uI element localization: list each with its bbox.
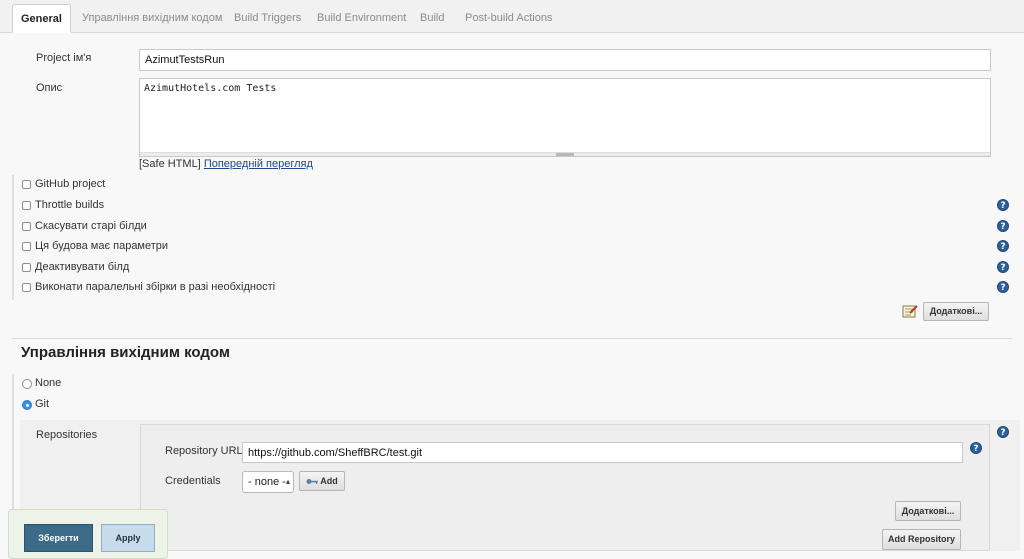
concurrent-builds-checkbox[interactable] [22, 283, 31, 292]
tab-build-environment[interactable]: Build Environment [309, 4, 414, 33]
credentials-selected-value: - none - [248, 476, 286, 488]
discard-old-builds-checkbox[interactable] [22, 222, 31, 231]
save-button[interactable]: Зберегти [24, 524, 93, 552]
help-icon[interactable]: ? [997, 281, 1009, 293]
key-icon [306, 473, 319, 491]
help-icon[interactable]: ? [970, 442, 982, 454]
config-tab-bar: General Управління вихідним кодом Build … [0, 0, 1024, 33]
form-action-bar: Зберегти Apply [8, 509, 168, 559]
section-divider [12, 338, 1012, 339]
parameterized-label: Ця будова має параметри [35, 240, 169, 252]
safe-html-note: [Safe HTML] Попередній перегляд [139, 158, 313, 170]
scm-git-radio[interactable] [22, 400, 32, 410]
repository-url-label: Repository URL [165, 445, 243, 457]
add-credentials-button[interactable]: Add [299, 471, 345, 491]
safe-html-label: [Safe HTML] [139, 158, 201, 170]
concurrent-builds-label: Виконати паралельні збірки в разі необхі… [35, 281, 276, 293]
disable-build-checkbox[interactable] [22, 263, 31, 272]
add-credentials-label: Add [320, 476, 338, 486]
throttle-builds-checkbox[interactable] [22, 201, 31, 210]
credentials-select[interactable]: - none - ▴ [242, 471, 294, 493]
tab-general[interactable]: General [12, 4, 71, 33]
scm-git-label: Git [35, 398, 50, 410]
scm-none-label: None [35, 377, 62, 389]
throttle-builds-label: Throttle builds [35, 199, 105, 211]
add-repository-button[interactable]: Add Repository [882, 529, 961, 550]
preview-link[interactable]: Попередній перегляд [204, 158, 313, 170]
general-advanced-button[interactable]: Додаткові... [923, 302, 989, 321]
tab-build-triggers[interactable]: Build Triggers [226, 4, 309, 33]
scm-none-radio[interactable] [22, 379, 32, 389]
project-name-label: Project ім'я [36, 52, 92, 64]
apply-button[interactable]: Apply [101, 524, 155, 552]
repository-advanced-button[interactable]: Додаткові... [895, 501, 961, 521]
help-icon[interactable]: ? [997, 199, 1009, 211]
tab-scm[interactable]: Управління вихідним кодом [74, 4, 230, 33]
discard-old-builds-label: Скасувати старі білди [35, 220, 147, 232]
description-text: AzimutHotels.com Tests [144, 83, 277, 94]
github-project-label: GitHub project [35, 178, 106, 190]
textarea-resize-handle[interactable] [140, 152, 990, 156]
scm-section-title: Управління вихідним кодом [21, 344, 230, 361]
parameterized-checkbox[interactable] [22, 242, 31, 251]
help-icon[interactable]: ? [997, 261, 1009, 273]
tab-build[interactable]: Build [412, 4, 452, 33]
options-group-bracket [12, 175, 14, 300]
select-arrows-icon: ▴ [285, 477, 290, 486]
credentials-label: Credentials [165, 475, 221, 487]
description-textarea[interactable]: AzimutHotels.com Tests [139, 78, 991, 157]
help-icon[interactable]: ? [997, 220, 1009, 232]
disable-build-label: Деактивувати білд [35, 261, 130, 273]
notepad-icon [902, 304, 918, 318]
description-label: Опис [36, 82, 63, 94]
help-icon[interactable]: ? [997, 240, 1009, 252]
repository-url-input[interactable] [242, 442, 963, 463]
repositories-label: Repositories [36, 429, 98, 441]
tab-post-build-actions[interactable]: Post-build Actions [457, 4, 560, 33]
help-icon[interactable]: ? [997, 426, 1009, 438]
github-project-checkbox[interactable] [22, 180, 31, 189]
project-name-input[interactable] [139, 49, 991, 71]
